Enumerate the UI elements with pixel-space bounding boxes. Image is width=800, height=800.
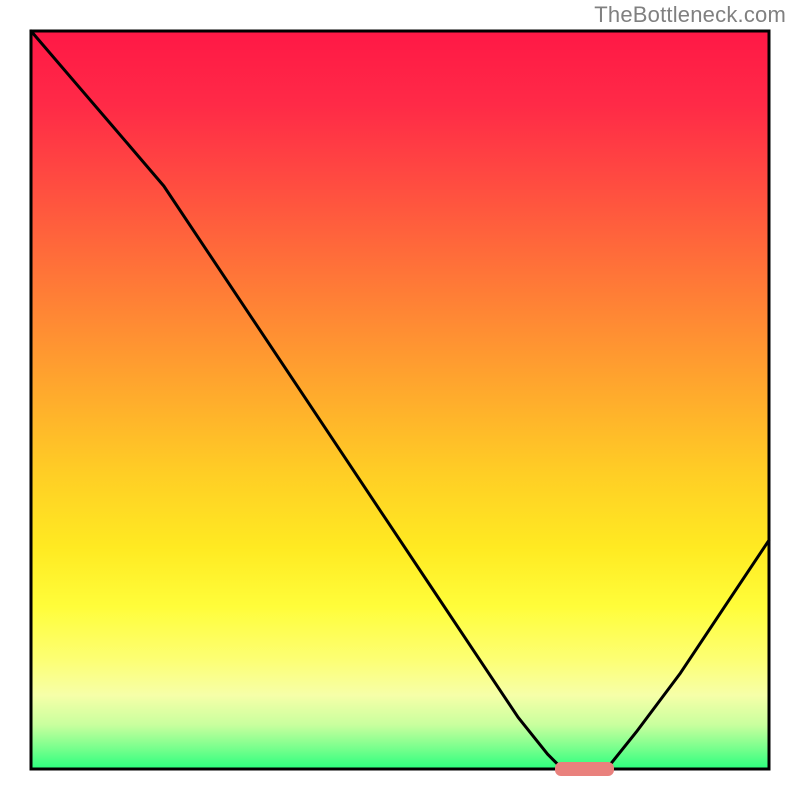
bottleneck-chart	[0, 0, 800, 800]
optimum-marker	[555, 762, 614, 776]
chart-container: { "watermark": "TheBottleneck.com", "cha…	[0, 0, 800, 800]
plot-background	[31, 31, 769, 769]
